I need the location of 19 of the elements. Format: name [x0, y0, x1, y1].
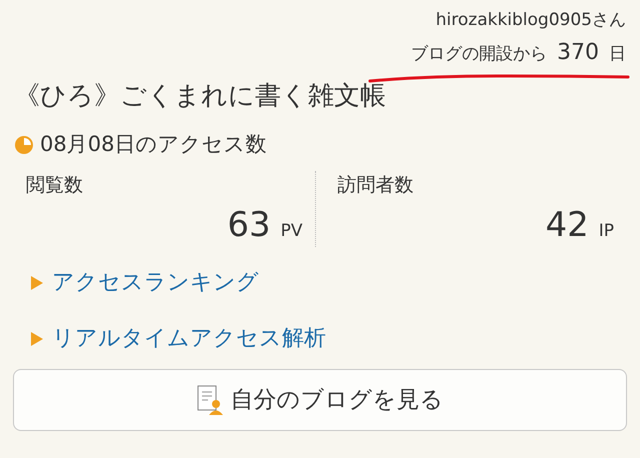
triangle-icon: [30, 331, 44, 347]
access-link[interactable]: アクセスランキング: [52, 267, 259, 299]
access-title: 08月08日のアクセス数: [40, 131, 266, 158]
stat-label: 訪問者数: [338, 172, 414, 198]
user-name: hirozakkiblog0905さん: [436, 9, 626, 32]
stat-unit: IP: [598, 220, 614, 243]
document-person-icon: [196, 385, 222, 415]
since-days: 370: [557, 36, 599, 69]
view-blog-button[interactable]: 自分のブログを見る: [13, 369, 627, 431]
stat-value: 63: [227, 204, 271, 247]
stat-unit: PV: [280, 220, 302, 243]
stat-value: 42: [545, 204, 589, 247]
blog-title: 《ひろ》ごくまれに書く雑文帳: [14, 80, 387, 113]
access-link[interactable]: リアルタイムアクセス解析: [52, 323, 326, 355]
since-label: ブログの開設から: [411, 43, 547, 66]
triangle-icon: [30, 275, 44, 291]
since-unit: 日: [609, 43, 626, 66]
pie-chart-icon: [14, 134, 34, 155]
stat-label: 閲覧数: [26, 172, 84, 198]
